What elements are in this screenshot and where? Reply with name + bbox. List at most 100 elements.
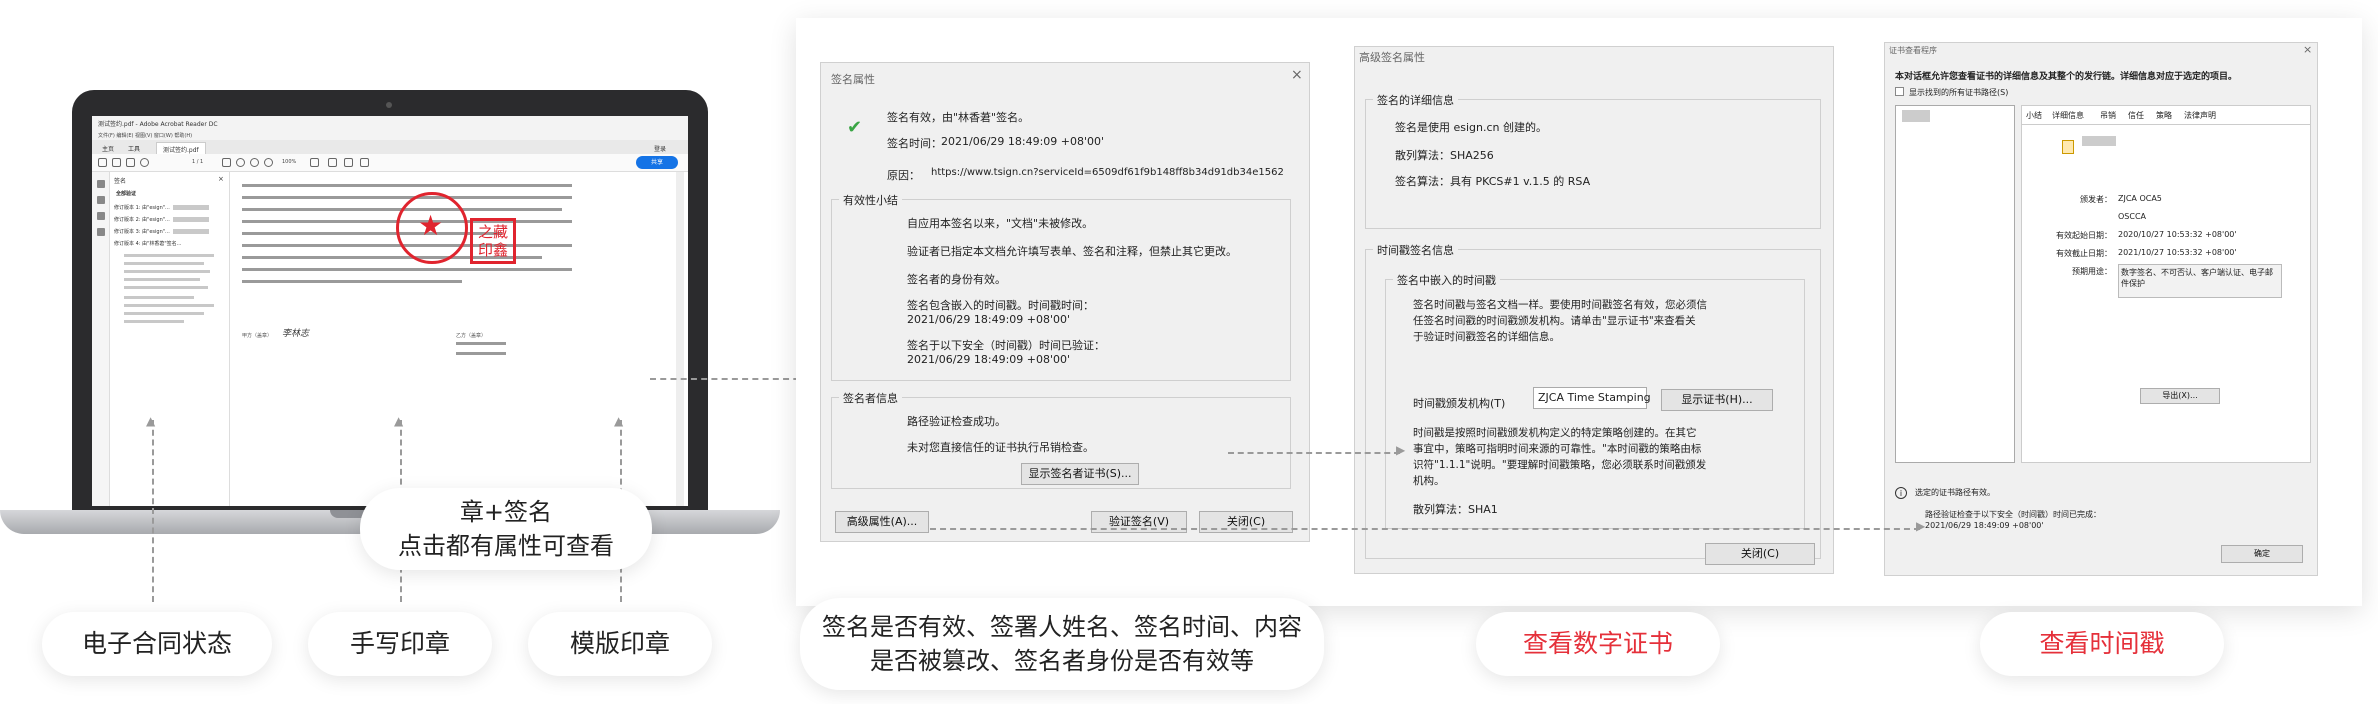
group-title: 签名者信息 [839, 390, 902, 406]
signature-properties-dialog: 签名属性 × ✔ 签名有效，由"林香莙"签名。 签名时间： 2021/06/29… [820, 62, 1310, 542]
group-title: 签名的详细信息 [1373, 92, 1458, 108]
panel-title: 签名 [114, 178, 127, 185]
export-button[interactable]: 导出(X)... [2140, 388, 2220, 404]
show-all-label: 显示找到的所有证书路径(S) [1909, 88, 2009, 97]
certificate-icon [2062, 140, 2074, 154]
tab-document[interactable]: 测试签约.pdf [156, 142, 206, 154]
comment-icon[interactable] [328, 158, 337, 167]
tab-details[interactable]: 详细信息 [2052, 110, 2084, 121]
signature-valid-icon: ✔ [847, 117, 863, 138]
show-all-checkbox[interactable] [1895, 87, 1904, 96]
valid-from-label: 有效起始日期： [2056, 231, 2112, 240]
close-icon[interactable]: × [2303, 43, 2312, 56]
seal-star-icon: ★ [418, 209, 444, 242]
show-signer-cert-button[interactable]: 显示签名者证书(S)... [1021, 463, 1139, 485]
advanced-signature-properties-dialog: 高级签名属性 签名的详细信息 签名是使用 esign.cn 创建的。 散列算法：… [1354, 46, 1834, 574]
detail-line: 签名是使用 esign.cn 创建的。 [1395, 121, 1548, 134]
label-handwritten-seal: 手写印章 [308, 612, 492, 676]
policy-text: 时间戳是按照时间戳颁发机构定义的特定策略创建的。在其它 [1413, 427, 1697, 439]
verify-all-button[interactable]: 全部验证 [116, 190, 136, 197]
attachment-icon[interactable] [97, 212, 105, 220]
advanced-properties-button[interactable]: 高级属性(A)... [835, 511, 929, 533]
scrollbar[interactable] [676, 172, 684, 506]
tab-trust[interactable]: 信任 [2128, 110, 2144, 121]
laptop-camera [386, 102, 392, 108]
summary-line: 验证者已指定本文档允许填写表单、签名和注释，但禁止其它更改。 [907, 245, 1237, 258]
tab-summary[interactable]: 小结 [2026, 110, 2042, 121]
dialog-title: 高级签名属性 [1359, 51, 1425, 64]
reader-tabs: 主页 工具 测试签约.pdf 登录 [92, 140, 688, 154]
acrobat-reader-window: 测试签约.pdf - Adobe Acrobat Reader DC 文件(F)… [92, 116, 688, 506]
issuer-org: OSCCA [2118, 212, 2147, 221]
signature-row[interactable]: 修订版本 3: 由"esign"... [114, 228, 209, 236]
reader-titlebar: 测试签约.pdf - Adobe Acrobat Reader DC [92, 116, 688, 130]
label-template-seal: 模版印章 [528, 612, 712, 676]
sign-icon[interactable] [360, 158, 369, 167]
summary-line: 自应用本签名以来，"文档"未被修改。 [907, 217, 1094, 230]
embedded-text: 签名时间戳与签名文档一样。要使用时间戳签名有效，您必须信 [1413, 299, 1707, 311]
signature-panel-icon[interactable] [97, 180, 105, 188]
save-icon[interactable] [98, 158, 107, 167]
tab-policy[interactable]: 策略 [2156, 110, 2172, 121]
tab-tools[interactable]: 工具 [122, 142, 146, 154]
signature-row[interactable]: 修订版本 4: 由"林香莙"签名... [114, 240, 181, 248]
signature-row[interactable]: 修订版本 2: 由"esign"... [114, 216, 209, 224]
arrow-up-icon: ▲ [614, 414, 624, 428]
authority-field[interactable]: ZJCA Time Stamping [1533, 387, 1651, 409]
summary-line: 签名者的身份有效。 [907, 273, 1006, 286]
zoom-in-icon[interactable] [264, 158, 273, 167]
mail-icon[interactable] [126, 158, 135, 167]
valid-from-value: 2020/10/27 10:53:32 +08'00' [2118, 230, 2237, 239]
tab-revocation[interactable]: 吊销 [2100, 110, 2116, 121]
fit-icon[interactable] [310, 158, 319, 167]
detail-line: 签名算法：具有 PKCS#1 v.1.5 的 RSA [1395, 175, 1591, 188]
embedded-text: 于验证时间戳签名的详细信息。 [1413, 331, 1560, 343]
arrow-status [152, 420, 154, 602]
info-icon: i [1895, 487, 1907, 499]
print-icon[interactable] [112, 158, 121, 167]
usage-field[interactable]: 数字签名、不可否认、客户端认证、电子邮件保护 [2118, 264, 2282, 298]
summary-line: 签名于以下安全（时间戳）时间已验证： [907, 339, 1105, 352]
hand-icon[interactable] [236, 158, 245, 167]
dialog-title: 签名属性 [831, 73, 875, 86]
handwritten-seal[interactable]: 之藏 印鑫 [470, 218, 516, 264]
show-certificate-button[interactable]: 显示证书(H)... [1661, 389, 1773, 411]
bookmark-icon[interactable] [97, 196, 105, 204]
summary-line: 2021/06/29 18:49:09 +08'00' [907, 353, 1071, 366]
issuer-label: 颁发者： [2080, 195, 2112, 204]
label-timestamp: 查看时间戳 [1980, 612, 2224, 676]
close-icon[interactable]: × [1291, 67, 1303, 83]
policy-text: 识符"1.1.1"说明。"要理解时间戳策略，您必须联系时间戳颁发 [1413, 459, 1707, 471]
close-icon[interactable]: × [218, 175, 224, 183]
valid-to-value: 2021/10/27 10:53:32 +08'00' [2118, 248, 2237, 257]
arrow-up-icon: ▲ [146, 414, 156, 428]
tab-legal[interactable]: 法律声明 [2184, 110, 2216, 121]
policy-text: 机构。 [1413, 475, 1445, 487]
handwritten-signature[interactable]: 李林志 [282, 326, 309, 339]
issuer-value: ZJCA OCA5 [2118, 194, 2162, 203]
list-item[interactable] [1902, 110, 1930, 122]
label-seal-sign: 章+签名 点击都有属性可查看 [360, 488, 652, 570]
detail-line: 散列算法：SHA256 [1395, 149, 1494, 162]
label-digital-cert: 查看数字证书 [1476, 612, 1720, 676]
pen-icon[interactable] [344, 158, 353, 167]
tab-home[interactable]: 主页 [96, 142, 120, 154]
signature-panel: 签名 × 全部验证 修订版本 1: 由"esign"... 修订版本 2: 由"… [110, 172, 230, 506]
certificate-chain-list[interactable] [1895, 105, 2015, 463]
dialog-title: 证书查看程序 [1889, 46, 1937, 55]
select-icon[interactable] [222, 158, 231, 167]
usage-label: 预期用途： [2072, 267, 2112, 276]
party-a-label: 甲方（盖章） [242, 333, 273, 339]
signature-row[interactable]: 修订版本 1: 由"esign"... [114, 204, 209, 212]
share-button[interactable]: 共享 [636, 156, 678, 169]
ok-button[interactable]: 确定 [2221, 545, 2303, 563]
close-button[interactable]: 关闭(C) [1705, 543, 1815, 565]
login-link[interactable]: 登录 [648, 142, 672, 154]
reader-menubar[interactable]: 文件(F) 编辑(E) 视图(V) 窗口(W) 帮助(H) [92, 130, 688, 140]
search-icon[interactable] [140, 158, 149, 167]
zoom-out-icon[interactable] [250, 158, 259, 167]
signer-line: 路径验证检查成功。 [907, 415, 1006, 428]
layers-icon[interactable] [97, 228, 105, 236]
reason-label: 原因： [887, 169, 920, 182]
zoom-level[interactable]: 100% [282, 159, 296, 165]
